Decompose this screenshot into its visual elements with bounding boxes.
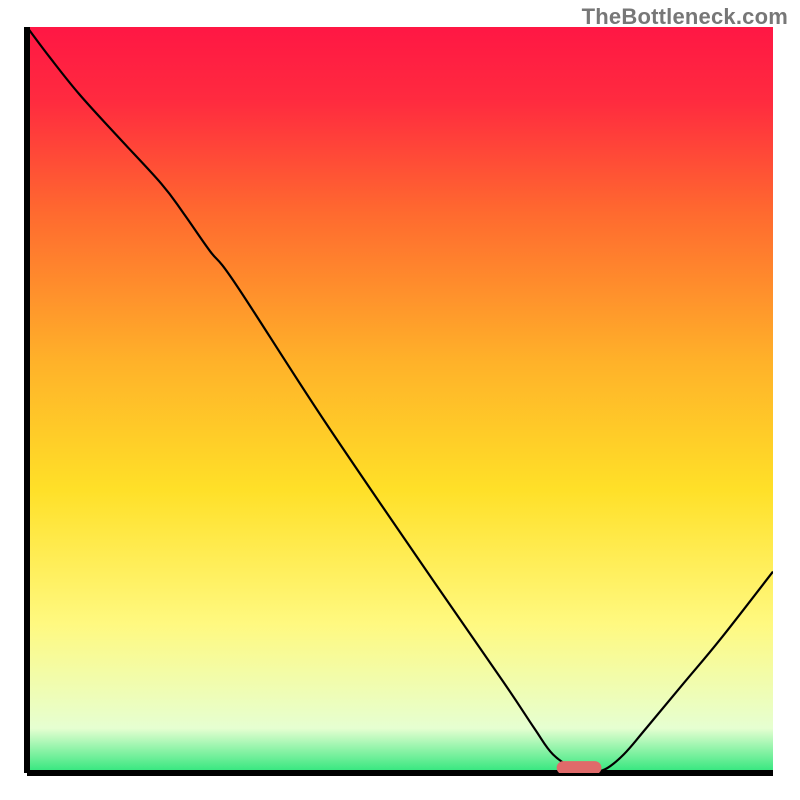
optimal-marker — [557, 761, 602, 774]
gradient-background — [27, 27, 773, 773]
chart-svg — [0, 0, 800, 800]
bottleneck-chart: TheBottleneck.com — [0, 0, 800, 800]
watermark-text: TheBottleneck.com — [582, 4, 788, 30]
